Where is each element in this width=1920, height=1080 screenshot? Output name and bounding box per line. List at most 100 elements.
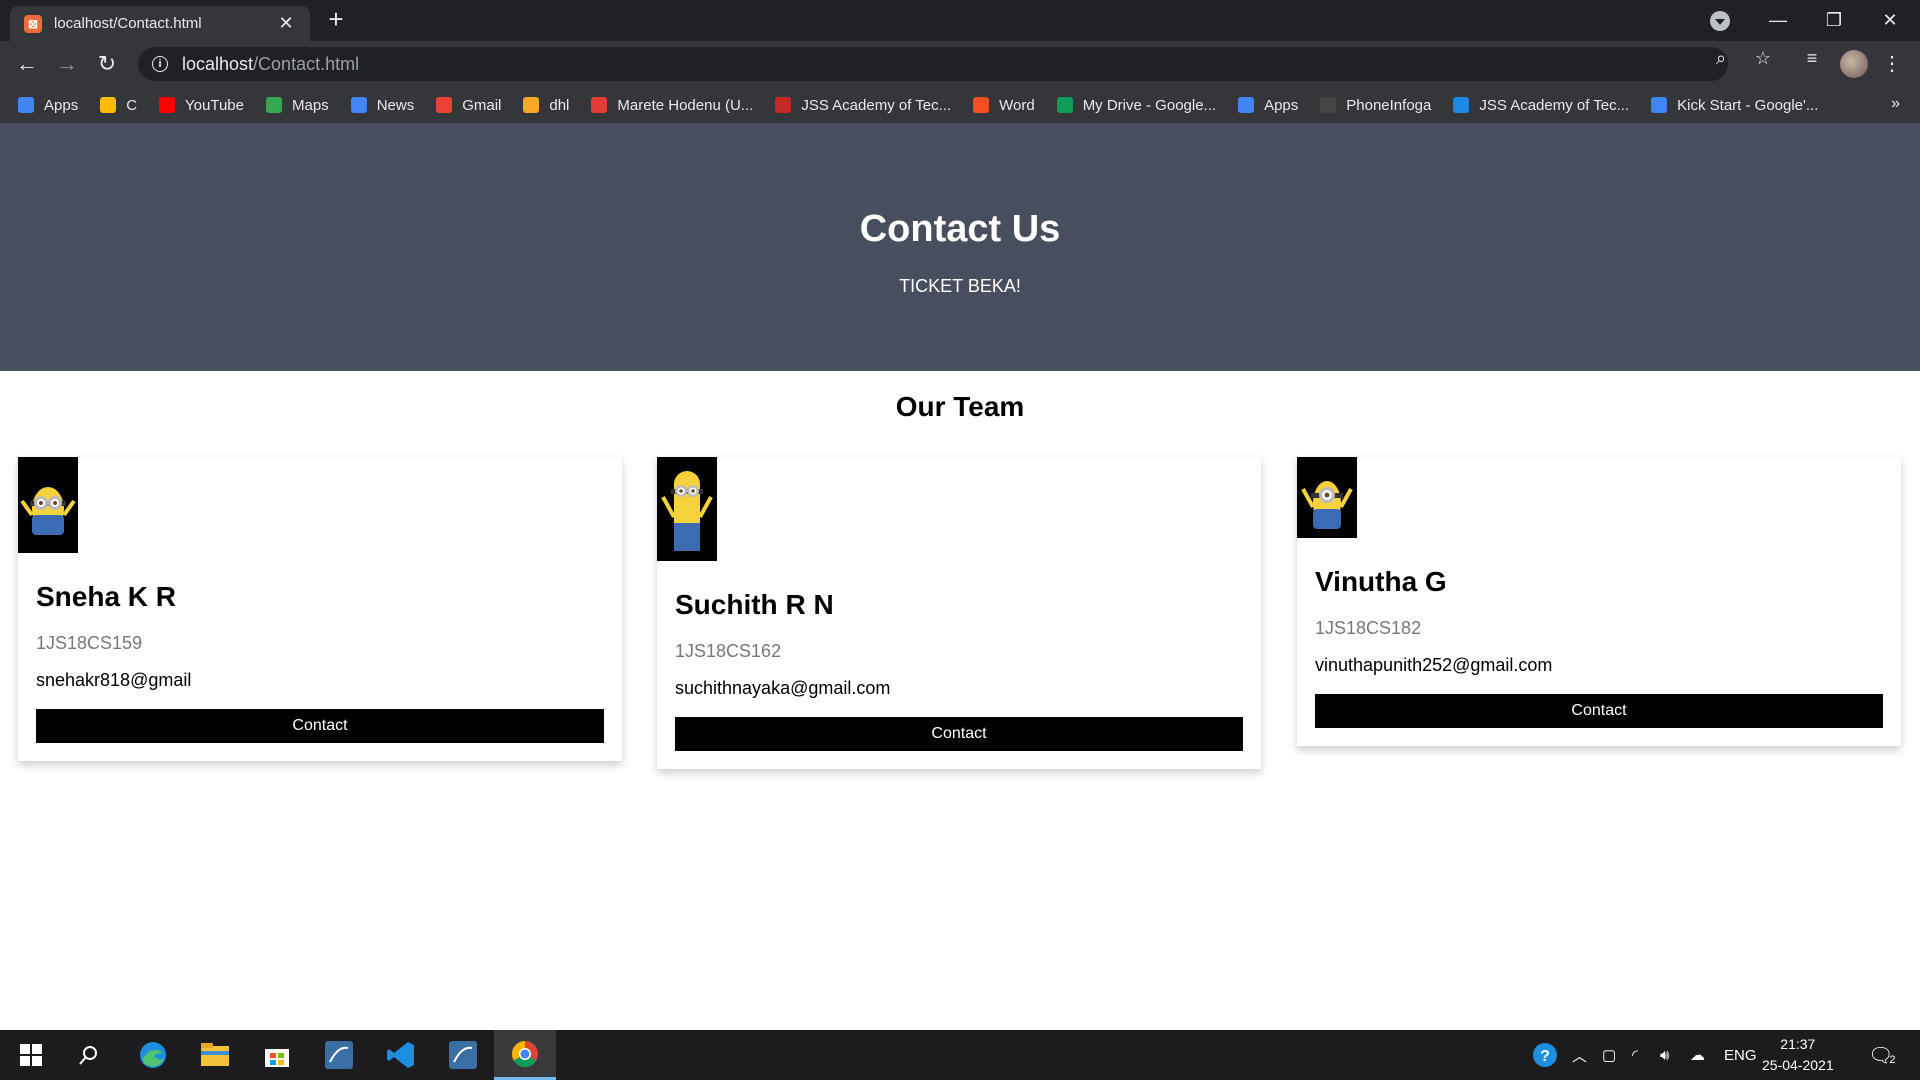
bookmark-label: JSS Academy of Tec... [801,96,952,114]
profile-avatar[interactable] [1840,50,1868,78]
codechef-icon [100,97,117,113]
meet-now-icon[interactable]: ▢ [1602,1030,1616,1080]
bookmark-item[interactable]: News [350,96,415,114]
member-email: vinuthapunith252@gmail.com [1315,655,1553,675]
bookmark-label: News [376,96,415,114]
jss-icon [775,97,792,113]
forward-button[interactable]: → [52,49,82,79]
reload-button[interactable]: ↻ [92,49,122,79]
bookmark-label: Apps [44,96,79,114]
page-title: Contact Us [859,208,1061,250]
bookmark-item[interactable]: Maps [266,97,329,114]
new-tab-button[interactable]: + [322,6,350,34]
tab-search-icon[interactable] [1710,11,1730,31]
restore-button[interactable]: ❐ [1806,0,1862,41]
news-icon [350,97,367,113]
zoom-icon[interactable]: ⌕ [1710,48,1732,69]
microsoft-icon [973,97,990,113]
browser-toolbar: ← → ↻ i localhost/Contact.html ⌕ ☆ ≡ ⋮ [0,41,1920,87]
bookmark-item[interactable]: Word [973,97,1035,114]
bookmark-label: Kick Start - Google'... [1677,96,1819,114]
chrome-icon[interactable] [494,1030,556,1080]
chrome-menu-icon[interactable]: ⋮ [1882,51,1902,76]
clock-time: 21:37 [1780,1036,1816,1052]
chevron-up-icon[interactable]: ︿ [1572,1030,1587,1080]
edge-browser-icon[interactable] [122,1030,184,1080]
media-control-icon[interactable]: ≡ [1801,48,1823,69]
member-email: suchithnayaka@gmail.com [675,678,891,698]
bookmark-item[interactable]: Apps [18,97,78,114]
team-card: Vinutha G 1JS18CS182 vinuthapunith252@gm… [1297,457,1901,746]
bookmark-label: Gmail [462,96,502,114]
bookmark-item[interactable]: YouTube [159,97,244,114]
bookmark-item[interactable]: dhl [523,97,569,114]
notification-count: 2 [1889,1054,1896,1066]
bookmark-label: Maps [292,96,329,114]
bookmark-star-icon[interactable]: ☆ [1752,48,1774,69]
youtube-icon [159,97,176,113]
contact-button[interactable]: Contact [1315,694,1883,728]
svg-text:?: ? [1540,1048,1550,1065]
bookmarks-bar: Apps C YouTube Maps News Gmail dhl Marete Hoden… [0,87,1920,123]
bookmark-label: PhoneInfoga [1346,96,1432,114]
bookmark-item[interactable]: Kick Start - Google'... [1651,97,1818,114]
url-host: localhost [182,53,254,74]
bookmark-label: JSS Academy of Tec... [1479,96,1630,114]
drive-icon [1056,97,1073,113]
vscode-icon[interactable] [370,1030,432,1080]
bookmark-label: Marete Hodenu (U... [617,96,754,114]
wifi-icon[interactable]: ◜ [1632,1030,1638,1080]
notification-center-icon[interactable]: 🗨︎ 2 [1868,1030,1896,1080]
gmail-icon [436,97,453,113]
address-bar[interactable]: i localhost/Contact.html [138,47,1728,81]
mysql-workbench-icon[interactable] [432,1030,494,1080]
url-path: /Contact.html [253,53,360,74]
minion-avatar-image [18,457,78,553]
volume-icon[interactable]: 🔊︎ [1660,1030,1669,1080]
team-card: Sneha K R 1JS18CS159 snehakr818@gmail Co… [18,457,622,761]
bookmark-item[interactable]: Apps [1238,97,1298,114]
contact-button[interactable]: Contact [675,717,1243,751]
phoneinfoga-icon [1320,97,1337,113]
system-clock[interactable]: 21:37 25-04-2021 [1762,1034,1834,1076]
contact-button[interactable]: Contact [36,709,604,743]
tab-title: localhost/Contact.html [54,15,202,32]
back-button[interactable]: ← [12,49,42,79]
google-icon [1651,97,1668,113]
bookmark-item[interactable]: C [100,97,137,114]
site-info-icon[interactable]: i [152,56,168,72]
language-indicator[interactable]: ENG [1724,1030,1757,1080]
minimize-button[interactable]: — [1750,0,1806,41]
maps-icon [266,97,282,113]
member-name: Suchith R N [675,589,834,620]
jss-s-icon [1453,97,1470,113]
search-icon[interactable] [58,1030,120,1080]
page-content: Contact Us TICKET BEKA! Our Team Sneha K… [0,123,1920,1030]
bookmark-item[interactable]: My Drive - Google... [1056,96,1217,114]
member-id: 1JS18CS162 [675,641,782,661]
member-name: Sneha K R [36,581,177,612]
windows-taskbar: ? ︿ ▢ ◜ 🔊︎ ☁ ENG 21:37 25-04-2021 🗨︎ 2 [0,1030,1920,1080]
minion-avatar-image [1297,457,1357,538]
browser-tab[interactable]: ⊠ localhost/Contact.html ✕ [10,6,310,41]
file-explorer-icon[interactable] [184,1030,246,1080]
mysql-workbench-icon[interactable] [308,1030,370,1080]
close-window-button[interactable]: ✕ [1862,0,1918,41]
bookmark-label: Apps [1264,96,1299,114]
apps-grid-icon [18,97,34,113]
windows-start-icon[interactable] [0,1030,62,1080]
bookmark-item[interactable]: PhoneInfoga [1320,97,1431,114]
close-tab-icon[interactable]: ✕ [276,13,296,34]
bookmark-item[interactable]: JSS Academy of Tec... [1453,97,1629,114]
hero-banner: Contact Us TICKET BEKA! [0,123,1920,371]
member-name: Vinutha G [1315,566,1447,597]
bookmark-item[interactable]: JSS Academy of Tec... [775,97,951,114]
bookmark-label: My Drive - Google... [1082,96,1217,114]
bookmark-item[interactable]: Gmail [436,97,501,114]
microsoft-store-icon[interactable] [246,1030,308,1080]
onedrive-error-icon[interactable]: ☁ [1690,1030,1705,1080]
bookmark-item[interactable]: Marete Hodenu (U... [591,97,753,114]
more-bookmarks-icon[interactable]: » [1891,95,1900,113]
help-icon[interactable]: ? [1532,1030,1558,1080]
member-id: 1JS18CS159 [36,633,143,653]
